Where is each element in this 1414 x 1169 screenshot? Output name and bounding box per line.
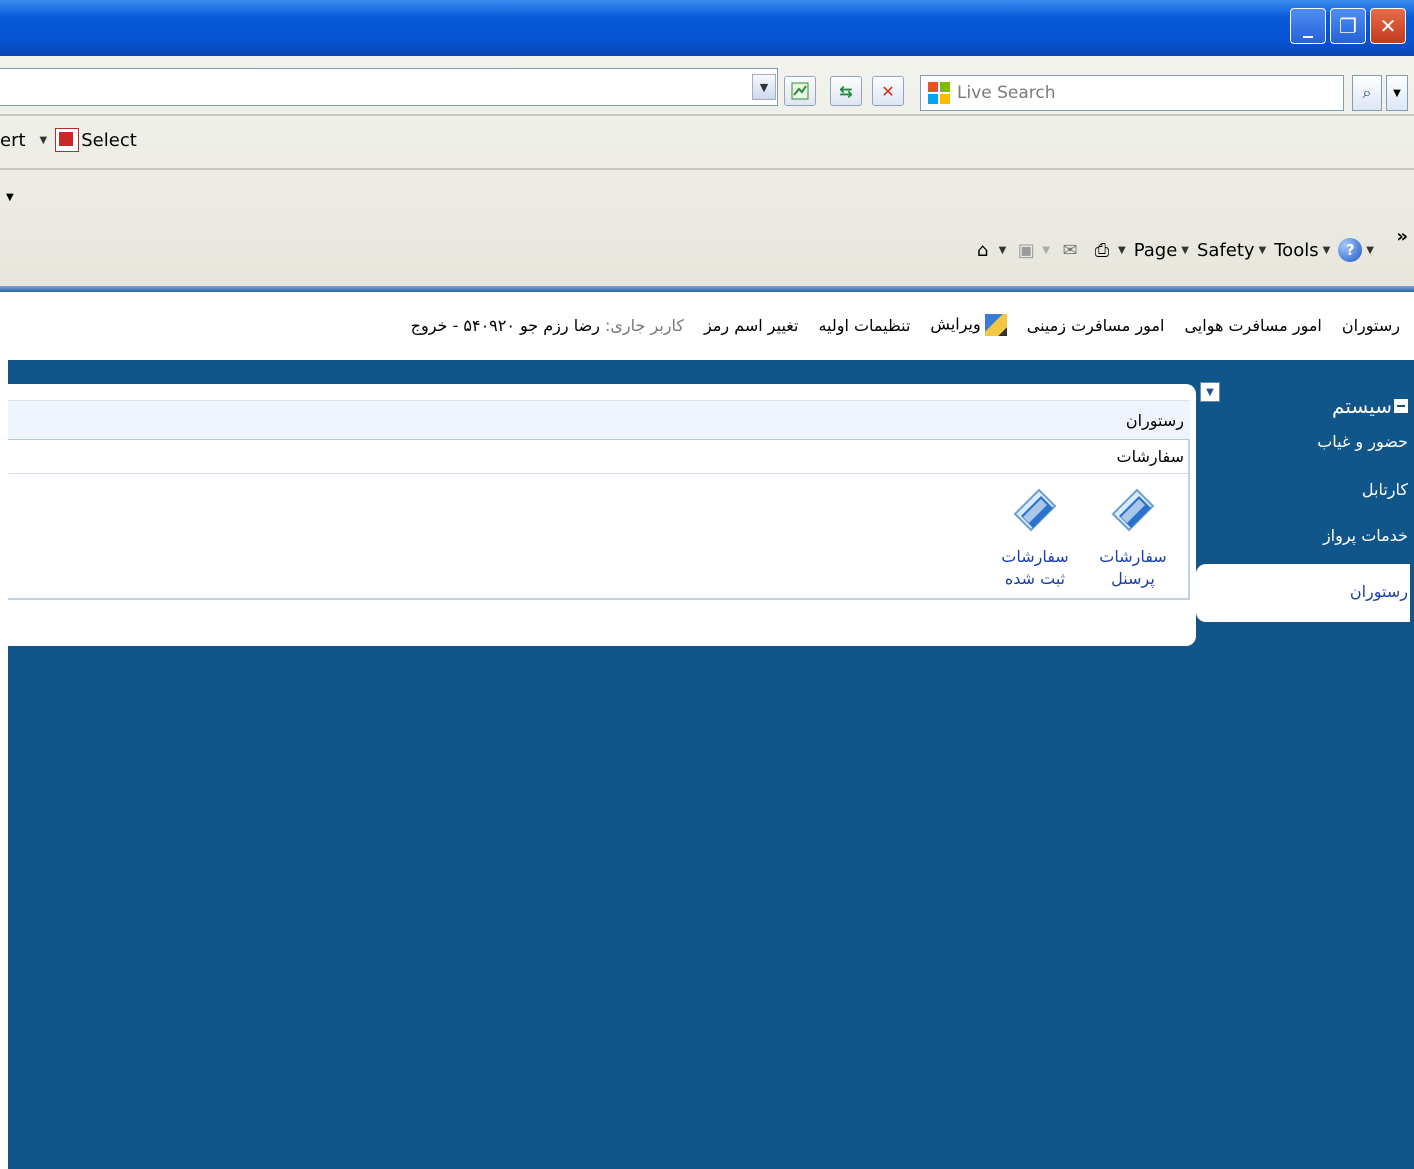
more-commands-icon[interactable]: » [1396, 226, 1408, 247]
address-dropdown-icon[interactable]: ▼ [752, 74, 776, 100]
search-options-icon[interactable]: ▼ [1386, 75, 1408, 111]
nav-edit[interactable]: ویرایش [930, 314, 1007, 336]
window-controls: _ ❐ ✕ [1290, 8, 1406, 44]
page-menu-label: Page [1133, 239, 1178, 261]
tools-menu-label: Tools [1274, 239, 1319, 261]
print-button[interactable]: ⎙ ▼ [1090, 238, 1126, 262]
toolbar-divider [0, 114, 1414, 116]
nav-edit-label: ویرایش [930, 314, 981, 334]
orders-section: سفارشات سفارشات پرسنل سفارشات ثبت شده [8, 440, 1190, 600]
browser-chrome: ▼ ⇆ ✕ Live Search ⌕ ▼ ert ▼ Select ▼ ⌂ ▼ … [0, 56, 1414, 288]
search-placeholder: Live Search [957, 83, 1056, 103]
compatibility-view-icon[interactable] [784, 76, 816, 106]
minimize-button[interactable]: _ [1290, 8, 1326, 44]
restore-button[interactable]: ❐ [1330, 8, 1366, 44]
restaurant-panel: رستوران سفارشات سفارشات پرسنل سفارشات ثب… [8, 384, 1196, 646]
safety-menu-label: Safety [1196, 239, 1255, 261]
pdf-select-icon [55, 128, 80, 152]
panel-header: رستوران [8, 400, 1190, 440]
mail-icon: ✉ [1062, 239, 1078, 261]
toolbar-divider [0, 168, 1414, 170]
collapse-minus-icon[interactable] [1394, 399, 1408, 413]
chevron-down-icon[interactable]: ▼ [40, 135, 48, 146]
tile-label-line1: سفارشات [1001, 547, 1069, 566]
logout-link[interactable]: - خروج [411, 316, 459, 335]
personnel-orders-tile[interactable]: سفارشات پرسنل [1088, 484, 1178, 590]
folder-icon [1111, 488, 1155, 532]
sidebar-item-cartable[interactable]: کارتابل [1362, 480, 1408, 499]
panel-title: رستوران [1125, 410, 1184, 430]
chevron-down-icon[interactable]: ▼ [6, 192, 14, 203]
address-row: ▼ ⇆ ✕ Live Search ⌕ ▼ [0, 64, 1414, 112]
folder-icon [1013, 488, 1057, 532]
select-button[interactable]: Select [81, 130, 137, 151]
sidebar-item-label: رستوران [1349, 582, 1408, 601]
nav-air-travel[interactable]: امور مسافرت هوایی [1184, 316, 1321, 335]
rss-icon: ▣ [1017, 239, 1035, 261]
live-search-logo-icon [928, 82, 950, 104]
search-input[interactable]: Live Search [920, 75, 1344, 111]
sidebar: سیستم حضور و غیاب کارتابل خدمات پرواز رس… [1196, 384, 1414, 684]
home-icon: ⌂ [976, 239, 989, 261]
safety-menu[interactable]: Safety ▼ [1197, 240, 1266, 261]
nav-change-password[interactable]: تغییر اسم رمز [704, 316, 798, 335]
refresh-icon[interactable]: ⇆ [830, 76, 862, 106]
feeds-button[interactable]: ▣ ▼ [1014, 238, 1050, 262]
current-user-label: کاربر جاری: [605, 315, 684, 335]
page-menu[interactable]: Page ▼ [1134, 240, 1189, 261]
web-page: رستوران امور مسافرت هوایی امور مسافرت زم… [0, 292, 1414, 1169]
sidebar-item-restaurant[interactable]: رستوران [1196, 564, 1410, 622]
tools-menu[interactable]: Tools ▼ [1274, 240, 1330, 261]
nav-ground-travel[interactable]: امور مسافرت زمینی [1027, 316, 1165, 335]
sidebar-title: سیستم [1332, 394, 1392, 418]
help-icon: ? [1338, 238, 1363, 262]
close-button[interactable]: ✕ [1370, 8, 1406, 44]
sidebar-item-flight-services[interactable]: خدمات پرواز [1323, 526, 1408, 545]
content-area: رستوران سفارشات سفارشات پرسنل سفارشات ثب… [8, 360, 1414, 1169]
tile-label-line2: ثبت شده [1004, 569, 1066, 588]
home-button[interactable]: ⌂ ▼ [971, 238, 1006, 262]
read-mail-button[interactable]: ✉ [1058, 238, 1082, 262]
help-menu[interactable]: ? ▼ [1338, 238, 1374, 262]
print-icon: ⎙ [1094, 239, 1110, 261]
sidebar-item-attendance[interactable]: حضور و غیاب [1317, 432, 1408, 451]
window-titlebar: _ ❐ ✕ [0, 0, 1414, 56]
pdf-toolbar: ert ▼ Select [0, 118, 137, 162]
search-go-icon[interactable]: ⌕ [1352, 75, 1382, 111]
pencil-icon [984, 314, 1007, 336]
tile-label-line2: پرسنل [1111, 569, 1155, 588]
current-user-name: رضا رزم جو ۵۴۰۹۲۰ [463, 315, 600, 335]
command-bar: ⌂ ▼ ▣ ▼ ✉ ⎙ ▼ Page ▼ Safety ▼ Tools ▼ ? ▼ [971, 228, 1414, 272]
section-header: سفارشات [8, 440, 1188, 474]
convert-button[interactable]: ert [0, 130, 26, 151]
nav-restaurant[interactable]: رستوران [1342, 316, 1400, 335]
section-title: سفارشات [1116, 447, 1184, 466]
stop-icon[interactable]: ✕ [872, 76, 904, 106]
address-bar[interactable] [0, 68, 778, 106]
sidebar-system-header[interactable]: سیستم [1332, 394, 1408, 418]
top-navigation: رستوران امور مسافرت هوایی امور مسافرت زم… [411, 308, 1400, 342]
tile-label-line1: سفارشات [1099, 547, 1167, 566]
current-user: کاربر جاری: رضا رزم جو ۵۴۰۹۲۰ - خروج [411, 316, 684, 335]
registered-orders-tile[interactable]: سفارشات ثبت شده [990, 484, 1080, 590]
nav-initial-settings[interactable]: تنظیمات اولیه [818, 316, 910, 335]
